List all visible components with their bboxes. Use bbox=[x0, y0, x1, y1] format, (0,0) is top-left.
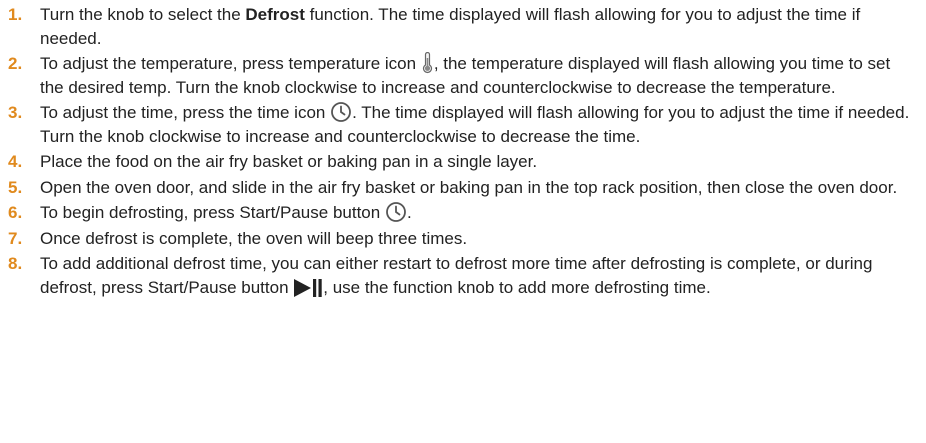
step-number: 6. bbox=[8, 203, 23, 222]
step-number: 3. bbox=[8, 103, 23, 122]
list-item: 8. To add additional defrost time, you c… bbox=[8, 252, 918, 299]
step-number: 1. bbox=[8, 5, 23, 24]
step-number: 2. bbox=[8, 54, 23, 73]
step-text: Open the oven door, and slide in the air… bbox=[40, 177, 898, 197]
list-item: 6. To begin defrosting, press Start/Paus… bbox=[8, 201, 918, 225]
step-text: To adjust the temperature, press tempera… bbox=[40, 52, 891, 97]
play-pause-icon bbox=[293, 278, 323, 298]
step-text: To begin defrosting, press Start/Pause b… bbox=[40, 201, 412, 223]
clock-icon bbox=[330, 101, 352, 123]
step-number: 4. bbox=[8, 152, 23, 171]
function-name: Defrost bbox=[245, 5, 305, 24]
list-item: 5. Open the oven door, and slide in the … bbox=[8, 176, 918, 200]
list-item: 7. Once defrost is complete, the oven wi… bbox=[8, 227, 918, 251]
step-number: 7. bbox=[8, 228, 23, 248]
step-text: Once defrost is complete, the oven will … bbox=[40, 228, 468, 248]
thermometer-icon bbox=[421, 52, 434, 74]
instructions-document: 1. Turn the knob to select the Defrost f… bbox=[0, 0, 926, 443]
step-text: To add additional defrost time, you can … bbox=[40, 254, 873, 298]
steps-list: 1. Turn the knob to select the Defrost f… bbox=[8, 3, 918, 299]
clock-icon bbox=[385, 201, 407, 223]
step-text: Place the food on the air fry basket or … bbox=[40, 152, 538, 171]
step-number: 8. bbox=[8, 254, 23, 273]
list-item: 1. Turn the knob to select the Defrost f… bbox=[8, 3, 918, 50]
step-number: 5. bbox=[8, 177, 23, 197]
step-text: To adjust the time, press the time icon … bbox=[40, 101, 910, 146]
list-item: 3. To adjust the time, press the time ic… bbox=[8, 101, 918, 148]
step-text: Turn the knob to select the Defrost func… bbox=[40, 5, 861, 48]
list-item: 4. Place the food on the air fry basket … bbox=[8, 150, 918, 174]
list-item: 2. To adjust the temperature, press temp… bbox=[8, 52, 918, 99]
